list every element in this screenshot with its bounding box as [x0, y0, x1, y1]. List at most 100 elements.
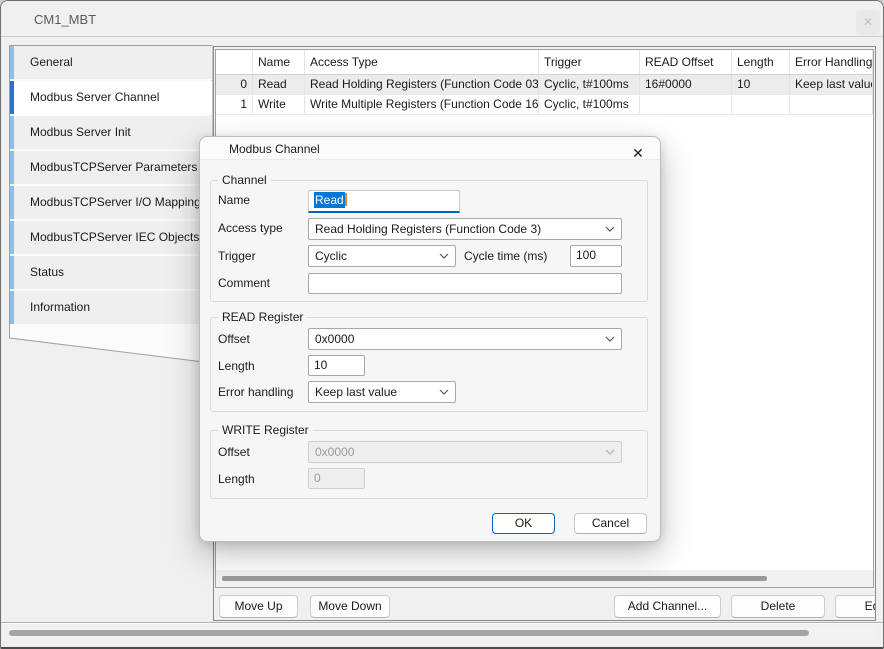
window-close-button[interactable]: ✕ [856, 10, 880, 34]
trigger-dropdown[interactable]: Cyclic [308, 245, 456, 267]
ok-button[interactable]: OK [492, 513, 555, 534]
comment-input[interactable] [308, 273, 622, 294]
move-up-button[interactable]: Move Up [219, 595, 298, 618]
column-header-error-handling[interactable]: Error Handling [790, 50, 873, 74]
cycle-time-value: 100 [576, 248, 596, 262]
tab-stripe [10, 256, 14, 289]
tab-stripe [10, 46, 14, 79]
cell-access-type[interactable]: Write Multiple Registers (Function Code … [305, 95, 539, 114]
window-title: CM1_MBT [34, 12, 96, 27]
button-label: Add Channel... [628, 599, 707, 613]
write-offset-dropdown: 0x0000 [308, 441, 622, 463]
read-length-value: 10 [314, 358, 327, 372]
dialog-title-bar: Modbus Channel ✕ [200, 137, 660, 160]
cycle-time-input[interactable]: 100 [570, 245, 622, 267]
name-label: Name [218, 193, 250, 207]
tab-stripe [10, 186, 14, 219]
device-editor-window: CM1_MBT ✕ General Modbus Server Channel … [0, 0, 884, 649]
tab-stripe [10, 151, 14, 184]
write-length-input: 0 [308, 468, 365, 489]
access-type-dropdown[interactable]: Read Holding Registers (Function Code 3) [308, 218, 622, 240]
bottom-separator-highlight [1, 623, 883, 624]
add-channel-button[interactable]: Add Channel... [614, 595, 721, 618]
cell-trigger[interactable]: Cyclic, t#100ms [539, 75, 640, 94]
close-icon: ✕ [632, 145, 644, 161]
cell-read-offset[interactable] [640, 95, 732, 114]
chevron-down-icon [605, 226, 615, 232]
write-length-value: 0 [314, 471, 321, 485]
sidebar-item-modbustcpserver-iec-objects[interactable]: ModbusTCPServer IEC Objects [10, 221, 212, 255]
sidebar-item-label: ModbusTCPServer Parameters [30, 160, 197, 174]
column-header-rownum[interactable] [216, 50, 253, 74]
cell-access-type[interactable]: Read Holding Registers (Function Code 03… [305, 75, 539, 94]
chevron-down-icon [439, 389, 449, 395]
row-index-cell[interactable]: 1 [216, 95, 253, 114]
modbus-channel-dialog: Modbus Channel ✕ Channel Name Read Acces… [199, 136, 661, 542]
name-input[interactable]: Read [308, 190, 460, 213]
write-length-label: Length [218, 472, 255, 486]
button-label: Move Down [318, 599, 381, 613]
sidebar-item-modbus-server-channel[interactable]: Modbus Server Channel [10, 81, 212, 115]
cell-name[interactable]: Read [253, 75, 305, 94]
cell-error-handling[interactable]: Keep last value [790, 75, 873, 94]
close-icon: ✕ [863, 15, 873, 29]
sidebar-item-general[interactable]: General [10, 46, 212, 80]
sidebar-item-modbus-server-init[interactable]: Modbus Server Init [10, 116, 212, 150]
write-offset-value: 0x0000 [315, 445, 354, 459]
access-type-label: Access type [218, 221, 283, 235]
cell-trigger[interactable]: Cyclic, t#100ms [539, 95, 640, 114]
read-length-input[interactable]: 10 [308, 355, 365, 376]
move-down-button[interactable]: Move Down [310, 595, 390, 618]
scrollbar-thumb[interactable] [222, 576, 767, 581]
delete-button[interactable]: Delete [731, 595, 825, 618]
access-type-value: Read Holding Registers (Function Code 3) [315, 222, 541, 236]
window-horizontal-scrollbar[interactable] [9, 627, 876, 639]
scrollbar-thumb[interactable] [9, 630, 809, 636]
error-handling-dropdown[interactable]: Keep last value [308, 381, 456, 403]
cell-name[interactable]: Write [253, 95, 305, 114]
sidebar-item-label: ModbusTCPServer I/O Mapping [30, 195, 201, 209]
sidebar-item-modbustcpserver-io-mapping[interactable]: ModbusTCPServer I/O Mapping [10, 186, 212, 220]
error-handling-value: Keep last value [315, 385, 397, 399]
column-header-name[interactable]: Name [253, 50, 305, 74]
cell-read-offset[interactable]: 16#0000 [640, 75, 732, 94]
table-horizontal-scrollbar[interactable] [216, 570, 873, 587]
sidebar-item-label: ModbusTCPServer IEC Objects [30, 230, 199, 244]
cell-length[interactable] [732, 95, 790, 114]
table-row[interactable]: 1 Write Write Multiple Registers (Functi… [216, 95, 873, 115]
title-bar: CM1_MBT ✕ [1, 1, 883, 37]
sidebar-item-modbustcpserver-parameters[interactable]: ModbusTCPServer Parameters [10, 151, 212, 185]
write-offset-label: Offset [218, 445, 250, 459]
sidebar-item-status[interactable]: Status [10, 256, 212, 290]
column-header-length[interactable]: Length [732, 50, 790, 74]
button-label: Edit... [865, 599, 876, 613]
read-offset-label: Offset [218, 332, 250, 346]
comment-label: Comment [218, 276, 270, 290]
sidebar-item-label: Information [30, 300, 90, 314]
cell-length[interactable]: 10 [732, 75, 790, 94]
cancel-button[interactable]: Cancel [574, 513, 647, 534]
column-header-access-type[interactable]: Access Type [305, 50, 539, 74]
trigger-label: Trigger [218, 249, 256, 263]
table-header-row: Name Access Type Trigger READ Offset Len… [216, 50, 873, 75]
sidebar-item-label: Modbus Server Channel [30, 90, 159, 104]
dialog-close-button[interactable]: ✕ [628, 143, 648, 163]
write-register-legend: WRITE Register [218, 423, 313, 437]
edit-button[interactable]: Edit... [835, 595, 876, 618]
column-header-read-offset[interactable]: READ Offset [640, 50, 732, 74]
button-label: Delete [761, 599, 796, 613]
tab-stripe [10, 291, 14, 324]
table-row[interactable]: 0 Read Read Holding Registers (Function … [216, 75, 873, 95]
button-label: Move Up [234, 599, 282, 613]
sidebar-item-information[interactable]: Information [10, 291, 212, 325]
tab-stripe [10, 116, 14, 149]
read-offset-dropdown[interactable]: 0x0000 [308, 328, 622, 350]
row-index-cell[interactable]: 0 [216, 75, 253, 94]
dialog-title: Modbus Channel [229, 142, 320, 156]
cell-error-handling[interactable] [790, 95, 873, 114]
read-length-label: Length [218, 359, 255, 373]
column-header-trigger[interactable]: Trigger [539, 50, 640, 74]
read-register-legend: READ Register [218, 310, 307, 324]
trigger-value: Cyclic [315, 249, 347, 263]
chevron-down-icon [605, 449, 615, 455]
